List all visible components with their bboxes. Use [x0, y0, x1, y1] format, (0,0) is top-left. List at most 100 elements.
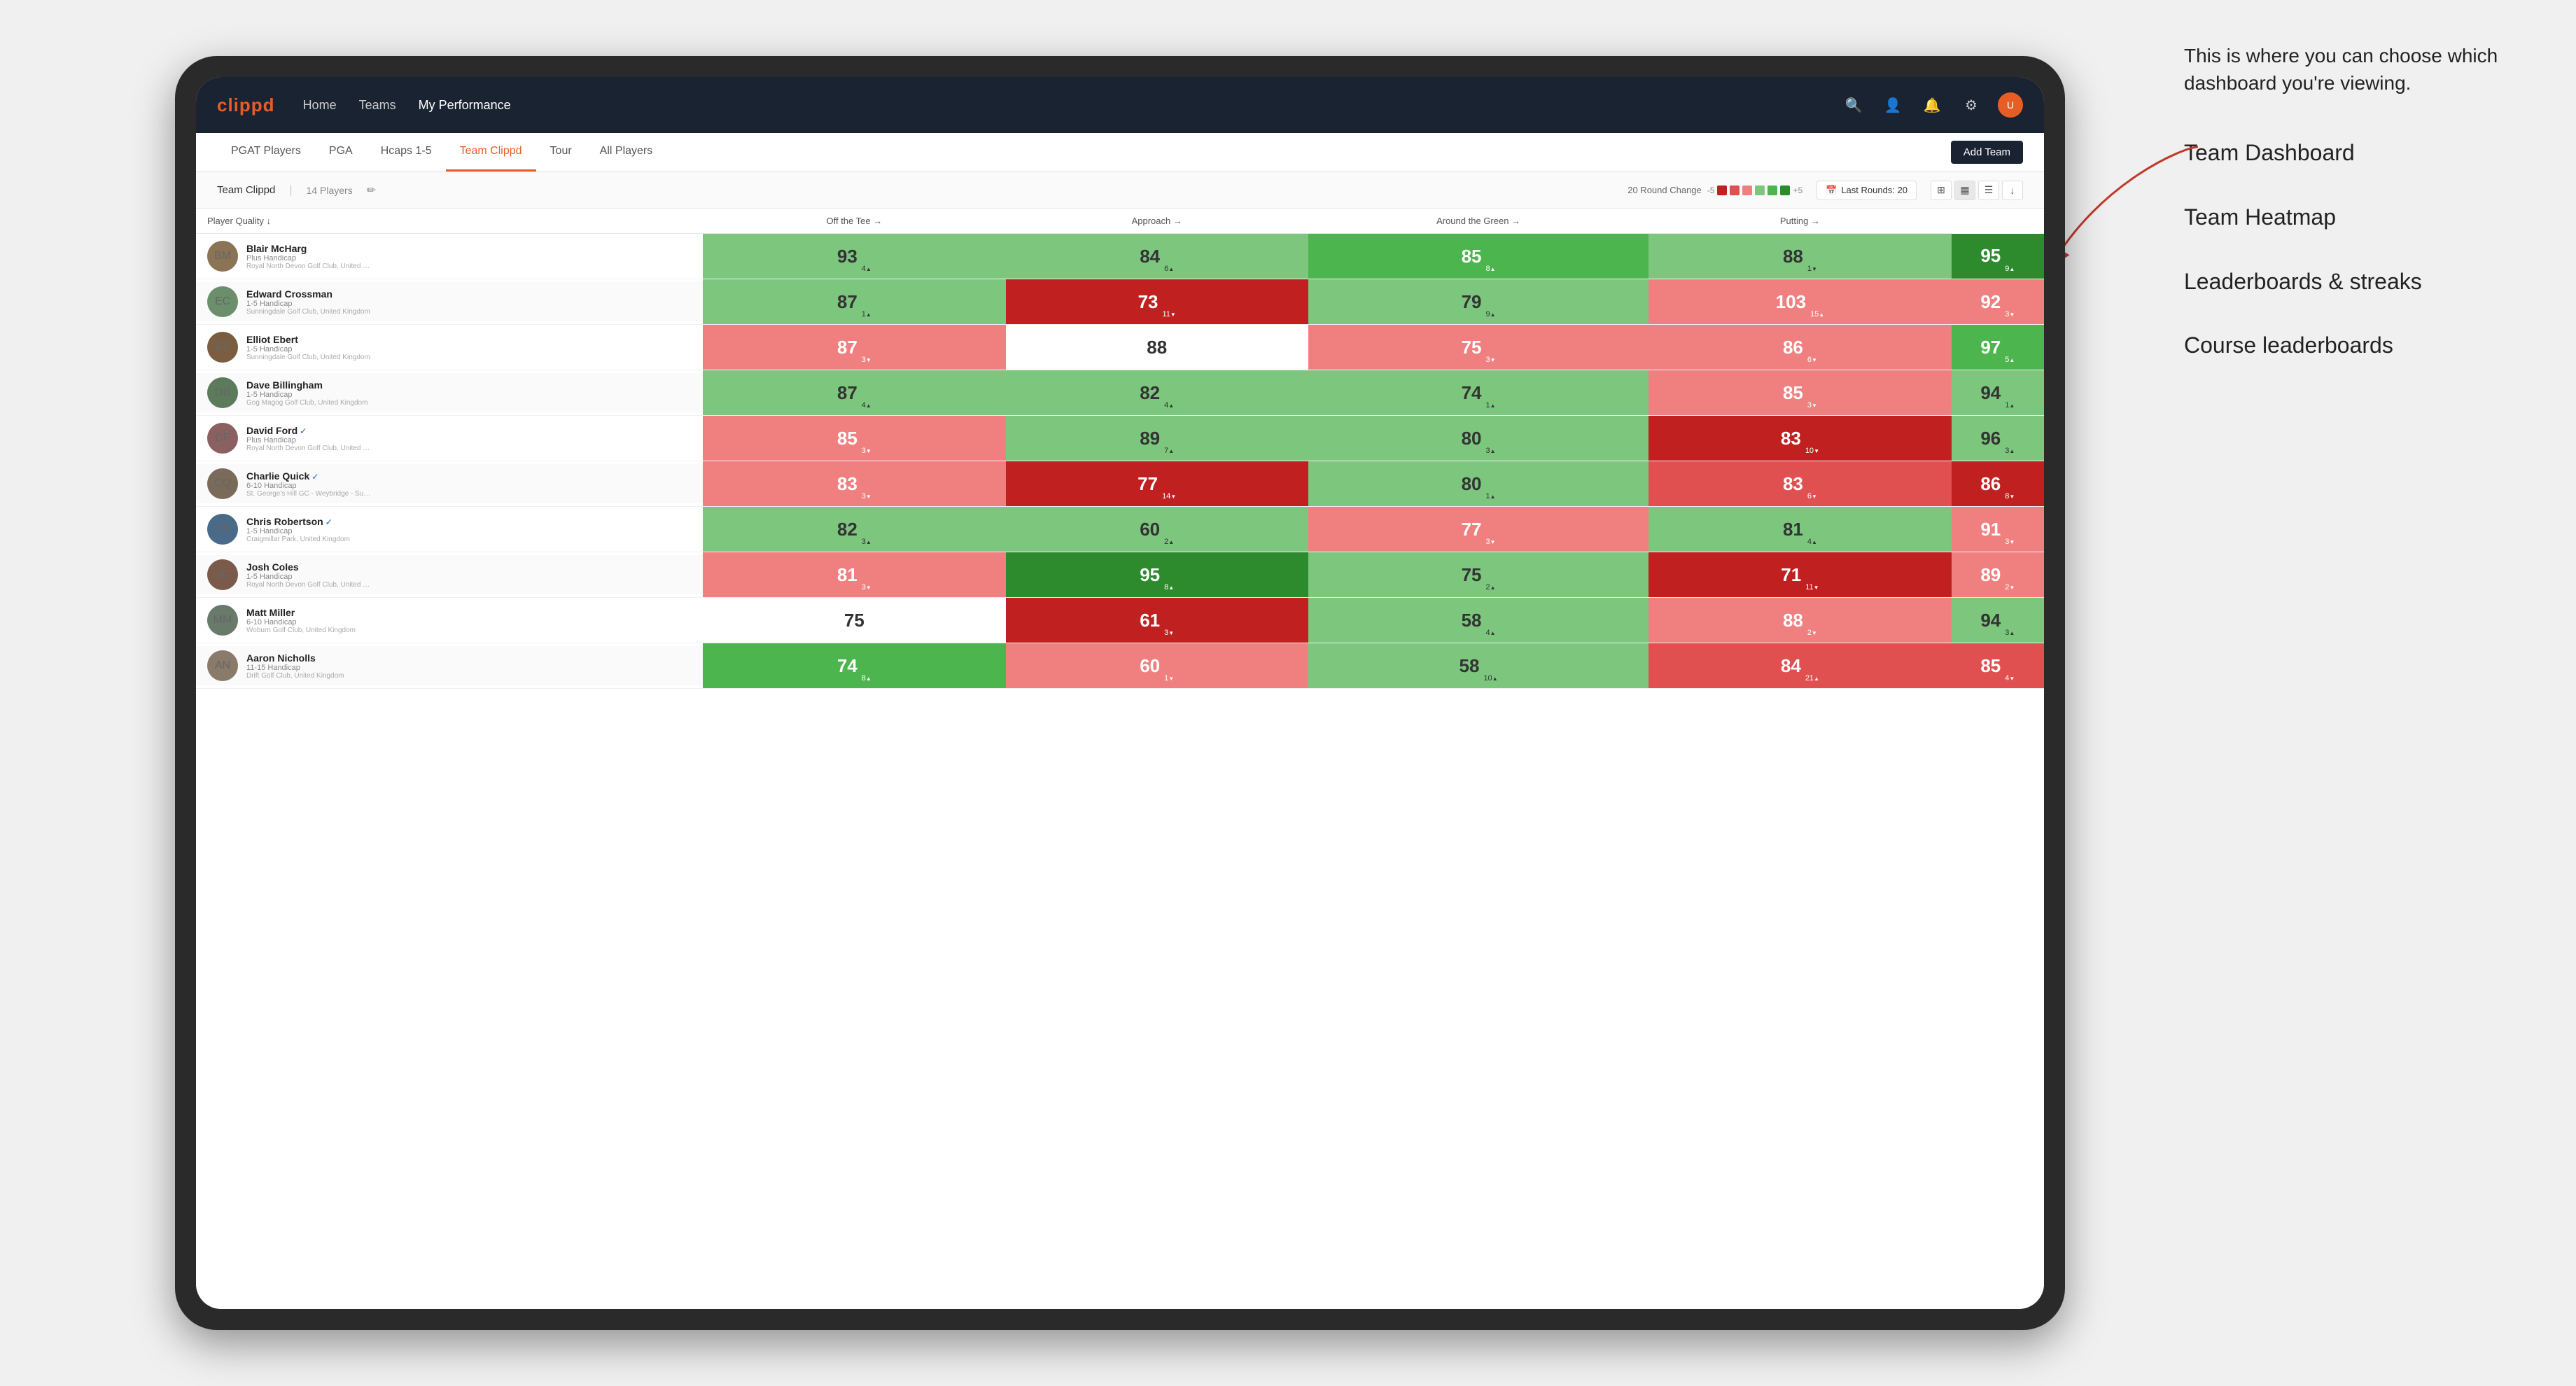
player-info: Aaron Nicholls 11-15 Handicap Drift Golf… [246, 652, 344, 680]
tab-hcaps[interactable]: Hcaps 1-5 [367, 133, 446, 172]
scale-green-mid [1768, 186, 1777, 195]
user-avatar[interactable]: U [1998, 92, 2023, 118]
player-cell[interactable]: CR Chris Robertson✓ 1-5 Handicap Craigmi… [196, 507, 703, 552]
player-name: David Ford✓ [246, 425, 372, 436]
player-cell[interactable]: MM Matt Miller 6-10 Handicap Woburn Golf… [196, 598, 703, 643]
nav-link-home[interactable]: Home [303, 98, 337, 113]
player-cell[interactable]: AN Aaron Nicholls 11-15 Handicap Drift G… [196, 643, 703, 689]
player-info: David Ford✓ Plus Handicap Royal North De… [246, 425, 372, 452]
player-avatar: EE [207, 332, 238, 363]
score-value: 85 [837, 428, 858, 449]
player-cell[interactable]: EC Edward Crossman 1-5 Handicap Sunningd… [196, 279, 703, 325]
player-info: Matt Miller 6-10 Handicap Woburn Golf Cl… [246, 607, 356, 634]
edit-icon[interactable]: ✏ [367, 183, 376, 197]
player-handicap: 1-5 Handicap [246, 345, 370, 354]
player-avatar: CR [207, 514, 238, 545]
score-box: 77 14▼ [1006, 461, 1308, 506]
scale-red-dark [1717, 186, 1727, 195]
score-cell: 81 3▼ [703, 552, 1005, 598]
player-avatar: EC [207, 286, 238, 317]
player-avatar: CQ [207, 468, 238, 499]
score-cell: 94 3▲ [1952, 598, 2044, 643]
tab-allplayers[interactable]: All Players [586, 133, 667, 172]
list-view-button[interactable]: ☰ [1978, 181, 1999, 200]
score-value: 88 [1147, 337, 1167, 358]
score-cell: 89 2▼ [1952, 552, 2044, 598]
player-cell[interactable]: JC Josh Coles 1-5 Handicap Royal North D… [196, 552, 703, 598]
col-header-around: Around the Green → [1308, 209, 1648, 234]
score-value: 77 [1462, 519, 1482, 540]
separator: | [289, 184, 292, 197]
player-handicap: 1-5 Handicap [246, 573, 372, 581]
tab-pgat[interactable]: PGAT Players [217, 133, 315, 172]
tab-pga[interactable]: PGA [315, 133, 367, 172]
score-value: 87 [837, 291, 858, 313]
heatmap-scale: -5 +5 [1707, 186, 1802, 195]
score-box: 96 3▲ [1952, 416, 2044, 461]
add-team-button[interactable]: Add Team [1951, 141, 2023, 164]
search-icon[interactable]: 🔍 [1841, 92, 1866, 118]
tab-teamclippd[interactable]: Team Clippd [446, 133, 536, 172]
annotation-item-4: Course leaderboards [2184, 331, 2548, 360]
toolbar: Team Clippd | 14 Players ✏ 20 Round Chan… [196, 172, 2044, 209]
score-box: 71 11▼ [1648, 552, 1951, 597]
settings-icon[interactable]: ⚙ [1959, 92, 1984, 118]
player-info: Dave Billingham 1-5 Handicap Gog Magog G… [246, 379, 368, 407]
score-box: 87 4▲ [703, 370, 1005, 415]
player-handicap: 1-5 Handicap [246, 527, 350, 536]
score-value: 81 [1783, 519, 1803, 540]
player-cell[interactable]: BM Blair McHarg Plus Handicap Royal Nort… [196, 234, 703, 279]
score-cell: 75 2▲ [1308, 552, 1648, 598]
player-cell[interactable]: DB Dave Billingham 1-5 Handicap Gog Mago… [196, 370, 703, 416]
player-club: Royal North Devon Golf Club, United King… [246, 262, 372, 270]
score-box: 74 1▲ [1308, 370, 1648, 415]
score-box: 83 10▼ [1648, 416, 1951, 461]
score-cell: 71 11▼ [1648, 552, 1951, 598]
heatmap-view-button[interactable]: ▦ [1954, 181, 1975, 200]
score-box: 81 3▼ [703, 552, 1005, 597]
grid-view-button[interactable]: ⊞ [1931, 181, 1952, 200]
score-cell: 89 7▲ [1006, 416, 1308, 461]
score-value: 82 [1140, 382, 1160, 404]
user-icon[interactable]: 👤 [1880, 92, 1905, 118]
player-count: 14 Players [307, 185, 353, 196]
player-cell[interactable]: EE Elliot Ebert 1-5 Handicap Sunningdale… [196, 325, 703, 370]
score-value: 87 [837, 382, 858, 404]
score-value: 71 [1781, 564, 1801, 586]
score-box: 58 10▲ [1308, 643, 1648, 688]
scale-green-dark [1780, 186, 1790, 195]
player-avatar: AN [207, 650, 238, 681]
score-value: 82 [837, 519, 858, 540]
scale-green-light [1755, 186, 1765, 195]
score-cell: 88 2▼ [1648, 598, 1951, 643]
score-value: 84 [1781, 655, 1801, 677]
player-cell[interactable]: CQ Charlie Quick✓ 6-10 Handicap St. Geor… [196, 461, 703, 507]
tablet-frame: clippd Home Teams My Performance 🔍 👤 🔔 ⚙… [175, 56, 2065, 1330]
score-cell: 60 1▼ [1006, 643, 1308, 689]
score-box: 91 3▼ [1952, 507, 2044, 552]
player-avatar: DF [207, 423, 238, 454]
nav-link-teams[interactable]: Teams [359, 98, 396, 113]
score-value: 77 [1138, 473, 1158, 495]
score-cell: 84 21▲ [1648, 643, 1951, 689]
player-club: Craigmillar Park, United Kingdom [246, 536, 350, 543]
score-box: 84 21▲ [1648, 643, 1951, 688]
tabs: PGAT Players PGA Hcaps 1-5 Team Clippd T… [217, 133, 666, 172]
score-cell: 86 8▼ [1952, 461, 2044, 507]
tab-tour[interactable]: Tour [536, 133, 586, 172]
last-rounds-button[interactable]: 📅 Last Rounds: 20 [1816, 181, 1917, 200]
score-value: 89 [1140, 428, 1160, 449]
download-button[interactable]: ↓ [2002, 181, 2023, 200]
bell-icon[interactable]: 🔔 [1919, 92, 1945, 118]
player-info: Elliot Ebert 1-5 Handicap Sunningdale Go… [246, 334, 370, 361]
score-box: 73 11▼ [1006, 279, 1308, 324]
player-handicap: 6-10 Handicap [246, 482, 372, 490]
score-box: 89 7▲ [1006, 416, 1308, 461]
player-cell[interactable]: DF David Ford✓ Plus Handicap Royal North… [196, 416, 703, 461]
score-cell: 82 3▲ [703, 507, 1005, 552]
player-name: Chris Robertson✓ [246, 516, 350, 527]
nav-link-myperformance[interactable]: My Performance [419, 98, 511, 113]
player-info: Chris Robertson✓ 1-5 Handicap Craigmilla… [246, 516, 350, 543]
score-box: 89 2▼ [1952, 552, 2044, 597]
score-value: 75 [1462, 337, 1482, 358]
